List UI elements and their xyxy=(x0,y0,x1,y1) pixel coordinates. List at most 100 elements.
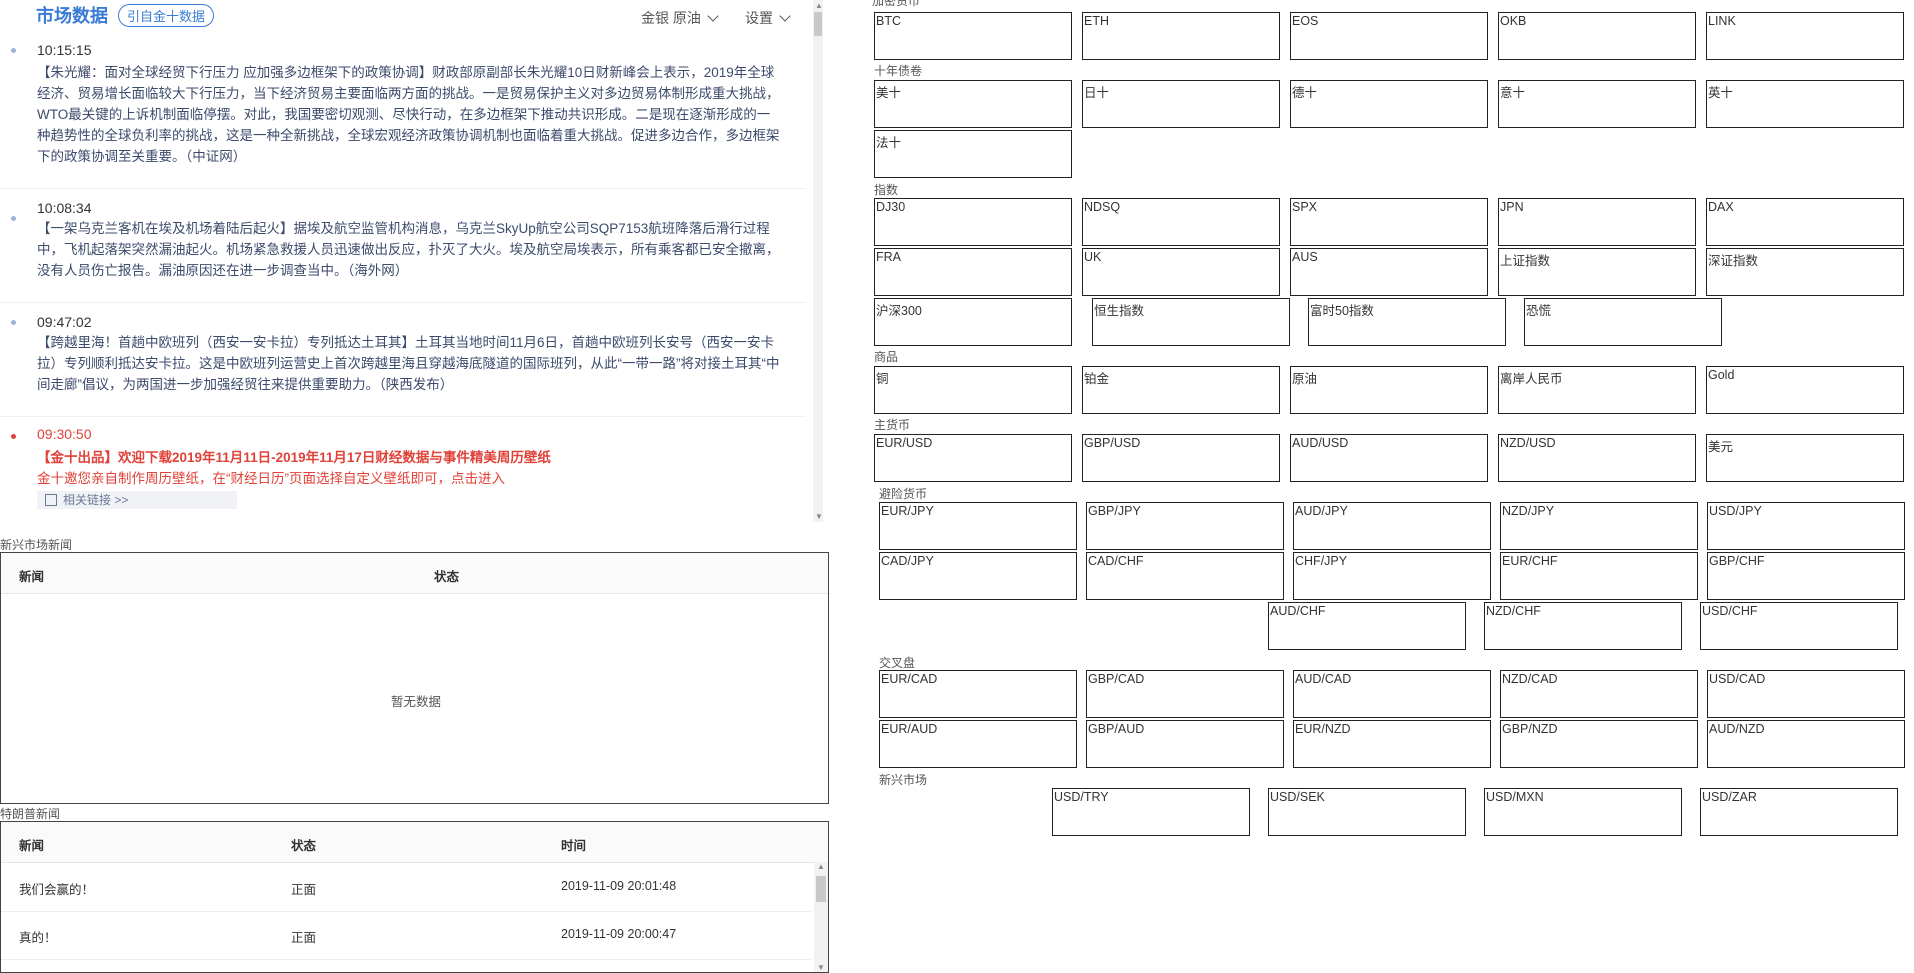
quote-box[interactable]: 美十 xyxy=(874,80,1072,128)
quote-box[interactable]: 铂金 xyxy=(1082,366,1280,414)
quote-box[interactable]: 铜 xyxy=(874,366,1072,414)
quote-box[interactable]: CAD/JPY xyxy=(879,552,1077,600)
quote-box[interactable]: CHF/JPY xyxy=(1293,552,1491,600)
section-label-commodities: 商品 xyxy=(874,350,899,364)
quote-box[interactable]: USD/MXN xyxy=(1484,788,1682,836)
col-time[interactable]: 时间 xyxy=(561,835,586,854)
news-scrollbar[interactable]: ▲ ▼ xyxy=(813,0,823,522)
filter-dropdown[interactable]: 金银 原油 xyxy=(641,8,719,28)
quote-box[interactable]: EUR/CHF xyxy=(1500,552,1698,600)
quote-box[interactable]: EOS xyxy=(1290,12,1488,60)
quote-box[interactable]: DJ30 xyxy=(874,198,1072,246)
quote-box[interactable]: EUR/JPY xyxy=(879,502,1077,550)
promo-subtitle[interactable]: 金十邀您亲自制作周历壁纸，在“财经日历”页面选择自定义壁纸即可，点击进入 xyxy=(37,467,505,487)
quote-box[interactable]: EUR/CAD xyxy=(879,670,1077,718)
quote-box[interactable]: NZD/CHF xyxy=(1484,602,1682,650)
quote-box[interactable]: GBP/NZD xyxy=(1500,720,1698,768)
quote-name: DAX xyxy=(1708,200,1734,214)
quote-name: GBP/CHF xyxy=(1709,554,1765,568)
quote-box[interactable]: Gold xyxy=(1706,366,1904,414)
promo-title[interactable]: 【金十出品】欢迎下载2019年11月11日-2019年11月17日财经数据与事件… xyxy=(37,446,551,466)
quote-box[interactable]: 美元 xyxy=(1706,434,1904,482)
quote-box[interactable]: 法十 xyxy=(874,130,1072,178)
quote-box[interactable]: JPN xyxy=(1498,198,1696,246)
scroll-up-icon[interactable]: ▲ xyxy=(815,1,823,10)
quote-box[interactable]: USD/CAD xyxy=(1707,670,1905,718)
quote-name: 离岸人民币 xyxy=(1500,372,1563,386)
quote-box[interactable]: USD/JPY xyxy=(1707,502,1905,550)
quote-box[interactable]: EUR/NZD xyxy=(1293,720,1491,768)
col-news[interactable]: 新闻 xyxy=(19,835,44,854)
quote-box[interactable]: AUD/CHF xyxy=(1268,602,1466,650)
quote-box[interactable]: USD/CHF xyxy=(1700,602,1898,650)
quote-box[interactable]: OKB xyxy=(1498,12,1696,60)
quote-box[interactable]: USD/TRY xyxy=(1052,788,1250,836)
quote-box[interactable]: AUD/NZD xyxy=(1707,720,1905,768)
quote-box[interactable]: 意十 xyxy=(1498,80,1696,128)
quote-box[interactable]: GBP/CHF xyxy=(1707,552,1905,600)
quote-box[interactable]: NZD/JPY xyxy=(1500,502,1698,550)
quote-box[interactable]: USD/SEK xyxy=(1268,788,1466,836)
quote-box[interactable]: 日十 xyxy=(1082,80,1280,128)
source-badge[interactable]: 引自金十数据 xyxy=(118,3,215,27)
quote-box[interactable]: FRA xyxy=(874,248,1072,296)
quote-box[interactable]: 恐慌 xyxy=(1524,298,1722,346)
quote-box[interactable]: GBP/USD xyxy=(1082,434,1280,482)
quote-box[interactable]: DAX xyxy=(1706,198,1904,246)
quote-box[interactable]: GBP/AUD xyxy=(1086,720,1284,768)
quote-box[interactable]: UK xyxy=(1082,248,1280,296)
chevron-down-icon xyxy=(779,10,791,22)
col-status[interactable]: 状态 xyxy=(434,566,459,585)
scroll-down-icon[interactable]: ▼ xyxy=(815,512,823,521)
table-scrollbar[interactable]: ▲ ▼ xyxy=(814,862,828,972)
quote-box[interactable]: AUS xyxy=(1290,248,1488,296)
quote-box[interactable]: BTC xyxy=(874,12,1072,60)
quote-box[interactable]: NZD/CAD xyxy=(1500,670,1698,718)
col-news[interactable]: 新闻 xyxy=(19,566,44,585)
quote-box[interactable]: ETH xyxy=(1082,12,1280,60)
scroll-thumb[interactable] xyxy=(814,12,822,36)
quote-box[interactable]: 德十 xyxy=(1290,80,1488,128)
quote-box[interactable]: 上证指数 xyxy=(1498,248,1696,296)
news-item[interactable]: 10:15:15 【朱光耀：面对全球经贸下行压力 应加强多边框架下的政策协调】财… xyxy=(0,36,806,189)
quote-box[interactable]: GBP/JPY xyxy=(1086,502,1284,550)
quote-box[interactable]: 离岸人民币 xyxy=(1498,366,1696,414)
quote-box[interactable]: NDSQ xyxy=(1082,198,1280,246)
news-header: 市场数据 引自金十数据 金银 原油 设置 xyxy=(0,0,810,30)
quote-name: FRA xyxy=(876,250,901,264)
quote-box[interactable]: EUR/USD xyxy=(874,434,1072,482)
settings-dropdown[interactable]: 设置 xyxy=(745,8,791,28)
quote-box[interactable]: AUD/USD xyxy=(1290,434,1488,482)
quote-box[interactable]: 英十 xyxy=(1706,80,1904,128)
quote-box[interactable]: USD/ZAR xyxy=(1700,788,1898,836)
scroll-down-icon[interactable]: ▼ xyxy=(817,963,825,972)
quote-box[interactable]: AUD/JPY xyxy=(1293,502,1491,550)
col-status[interactable]: 状态 xyxy=(291,835,316,854)
quote-box[interactable]: EUR/AUD xyxy=(879,720,1077,768)
scroll-thumb[interactable] xyxy=(816,876,826,902)
quote-name: 恒生指数 xyxy=(1094,304,1145,318)
quote-box[interactable]: SPX xyxy=(1290,198,1488,246)
quote-box[interactable]: AUD/CAD xyxy=(1293,670,1491,718)
panel-title: 市场数据 xyxy=(36,6,108,26)
quote-box[interactable]: 深证指数 xyxy=(1706,248,1904,296)
quote-box[interactable]: LINK xyxy=(1706,12,1904,60)
scroll-up-icon[interactable]: ▲ xyxy=(817,862,825,871)
news-item[interactable]: 10:08:34 【一架乌克兰客机在埃及机场着陆后起火】据埃及航空监管机构消息，… xyxy=(0,190,806,303)
quote-name: 美元 xyxy=(1708,440,1734,454)
cell-status: 正面 xyxy=(291,931,317,945)
news-item-promo[interactable]: 09:30:50 【金十出品】欢迎下载2019年11月11日-2019年11月1… xyxy=(0,418,806,528)
quote-box[interactable]: GBP/CAD xyxy=(1086,670,1284,718)
table-row[interactable]: 我们会赢的！ 正面 2019-11-09 20:01:48 xyxy=(1,863,811,912)
news-item[interactable]: 09:47:02 【跨越里海！首趟中欧班列（西安一安卡拉）专列抵达土耳其】土耳其… xyxy=(0,304,806,417)
table-row[interactable]: 真的！ 正面 2019-11-09 20:00:47 xyxy=(1,911,811,960)
quote-name: USD/SEK xyxy=(1270,790,1325,804)
quote-box[interactable]: 富时50指数 xyxy=(1308,298,1506,346)
quote-box[interactable]: 沪深300 xyxy=(874,298,1072,346)
related-link[interactable]: 相关链接 >> xyxy=(37,491,237,509)
quote-box[interactable]: CAD/CHF xyxy=(1086,552,1284,600)
quote-box[interactable]: 原油 xyxy=(1290,366,1488,414)
emerging-news-table: 新闻 状态 暂无数据 xyxy=(0,552,829,804)
quote-box[interactable]: NZD/USD xyxy=(1498,434,1696,482)
quote-box[interactable]: 恒生指数 xyxy=(1092,298,1290,346)
